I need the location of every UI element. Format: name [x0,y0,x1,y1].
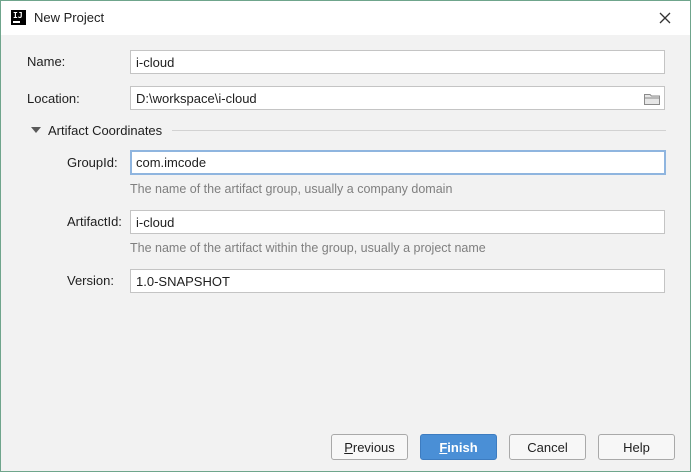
intellij-icon: IJ [11,10,26,25]
app-icon-text: IJ [13,11,23,20]
location-label: Location: [27,91,80,106]
finish-button[interactable]: Finish [420,434,497,460]
cancel-button[interactable]: Cancel [509,434,586,460]
title-bar: IJ New Project [1,1,690,35]
version-label: Version: [67,273,114,288]
close-button[interactable] [656,9,674,27]
help-label: Help [623,439,650,455]
section-title: Artifact Coordinates [48,122,163,138]
triangle-down-icon [31,127,41,133]
finish-label: inish [447,439,478,455]
groupid-hint: The name of the artifact group, usually … [130,182,453,196]
artifactid-hint: The name of the artifact within the grou… [130,241,486,255]
new-project-dialog: IJ New Project Name: Location: Artifact … [0,0,691,472]
version-input[interactable] [130,269,665,293]
previous-button[interactable]: Previous [331,434,408,460]
previous-label: revious [352,439,395,455]
groupid-label: GroupId: [67,155,118,170]
artifact-coordinates-toggle[interactable]: Artifact Coordinates [31,122,162,138]
dialog-title: New Project [34,10,105,25]
artifactid-label: ArtifactId: [67,214,122,229]
previous-mnemonic: P [344,439,353,455]
cancel-label: Cancel [527,439,568,455]
name-label: Name: [27,54,66,69]
name-input[interactable] [130,50,665,74]
section-divider [172,130,666,131]
artifactid-input[interactable] [130,210,665,234]
finish-mnemonic: F [439,439,448,455]
folder-icon[interactable] [644,93,660,105]
close-icon [659,12,671,24]
help-button[interactable]: Help [598,434,675,460]
groupid-input[interactable] [130,150,666,175]
location-input[interactable] [130,86,665,110]
